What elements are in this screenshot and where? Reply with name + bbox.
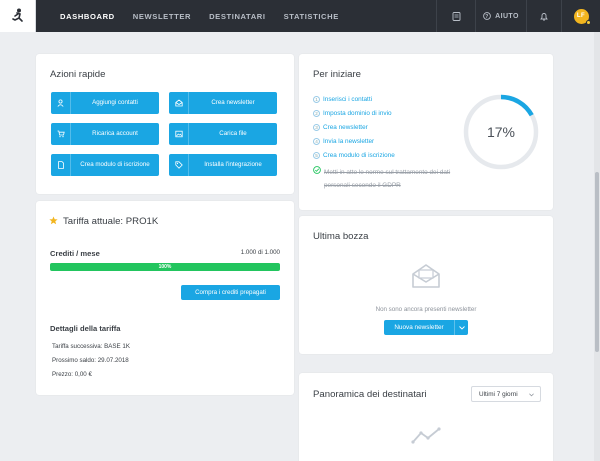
add-contacts-label: Aggiungi contatti (92, 99, 138, 107)
quick-actions-title: Azioni rapide (50, 69, 106, 80)
create-signup-form-button[interactable]: Crea modulo di iscrizione (51, 154, 159, 176)
upload-file-button[interactable]: Carica file (169, 123, 277, 145)
step-create-newsletter[interactable]: 3 Crea newsletter (313, 124, 368, 131)
form-document-icon (51, 154, 71, 176)
step-gdpr-completed[interactable]: Metti in atto le norme sul trattamento d… (313, 166, 459, 192)
step-number-icon: 2 (313, 110, 320, 117)
tag-icon (169, 154, 189, 176)
step-send-newsletter[interactable]: 4 Invia la newsletter (313, 138, 374, 145)
step-number-icon: 5 (313, 152, 320, 159)
new-newsletter-button[interactable]: Nuova newsletter (384, 320, 455, 335)
step-number-icon: 1 (313, 96, 320, 103)
step-label: Inserisci i contatti (323, 96, 373, 103)
last-draft-card: Ultima bozza Non sono ancora presenti ne… (299, 216, 553, 354)
step-label: Metti in atto le norme sul trattamento d… (324, 169, 451, 189)
plan-details-title: Dettagli della tariffa (50, 324, 121, 333)
recipients-overview-card: Panoramica dei destinatari Ultimi 7 gior… (299, 373, 553, 461)
user-plus-icon (51, 92, 71, 114)
nav-statistiche[interactable]: STATISTICHE (284, 12, 339, 21)
step-number-icon: 4 (313, 138, 320, 145)
document-list-icon (452, 11, 460, 21)
progress-ring: 17% (463, 94, 539, 170)
svg-text:?: ? (485, 14, 488, 20)
plan-card: Tariffa attuale: PRO1K Crediti / mese 1.… (36, 201, 294, 395)
getting-started-card: Per iniziare 1 Inserisci i contatti 2 Im… (299, 54, 553, 210)
notifications-button[interactable] (527, 0, 561, 32)
help-button[interactable]: ? AIUTO (476, 0, 526, 32)
progress-percent: 17% (487, 124, 515, 140)
recharge-account-label: Ricarica account (92, 130, 138, 138)
help-label: AIUTO (495, 12, 519, 20)
envelope-empty-icon (412, 264, 440, 288)
create-newsletter-label: Crea newsletter (211, 99, 255, 107)
notes-button[interactable] (437, 0, 475, 32)
create-newsletter-button[interactable]: Crea newsletter (169, 92, 277, 114)
recharge-account-button[interactable]: Ricarica account (51, 123, 159, 145)
upload-file-label: Carica file (219, 130, 247, 138)
star-icon (49, 216, 58, 225)
avatar: LF (573, 8, 591, 25)
price-text: Prezzo: 0,00 € (52, 371, 92, 378)
chevron-down-icon (458, 325, 465, 330)
chevron-down-icon (529, 393, 534, 397)
next-payment-text: Prossimo saldo: 29.07.2018 (52, 357, 129, 364)
new-newsletter-split-button: Nuova newsletter (384, 320, 468, 335)
check-circle-icon (313, 166, 321, 174)
app-logo[interactable] (0, 0, 36, 32)
account-button[interactable]: LF (562, 0, 600, 32)
step-add-contacts[interactable]: 1 Inserisci i contatti (313, 96, 372, 103)
recipients-overview-title: Panoramica dei destinatari (313, 389, 427, 400)
nav-newsletter[interactable]: NEWSLETTER (133, 12, 191, 21)
bell-icon (540, 12, 548, 21)
last-draft-title: Ultima bozza (313, 231, 369, 242)
step-label: Imposta dominio di invio (323, 110, 392, 117)
quick-actions-card: Azioni rapide Aggiungi contatti Crea new… (36, 54, 294, 194)
install-integration-label: Installa l'integrazione (204, 161, 262, 169)
step-signup-form[interactable]: 5 Crea modulo di iscrizione (313, 152, 395, 159)
status-dot (585, 19, 591, 25)
scrollbar-thumb[interactable] (595, 172, 599, 352)
date-range-value: Ultimi 7 giorni (479, 390, 518, 398)
empty-drafts-text: Non sono ancora presenti newsletter (375, 306, 477, 313)
credits-label: Crediti / mese (50, 249, 100, 258)
credits-progress-bar: 100% (50, 263, 280, 271)
step-label: Crea modulo di iscrizione (323, 152, 395, 159)
new-newsletter-dropdown-button[interactable] (455, 320, 468, 335)
install-integration-button[interactable]: Installa l'integrazione (169, 154, 277, 176)
next-plan-text: Tariffa successiva: BASE 1K (52, 343, 130, 350)
step-number-icon: 3 (313, 124, 320, 131)
runner-logo-icon (11, 8, 23, 22)
page-scrollbar[interactable] (594, 32, 600, 461)
getting-started-title: Per iniziare (313, 69, 361, 80)
top-navigation-bar: DASHBOARD NEWSLETTER DESTINATARI STATIST… (0, 0, 600, 32)
line-chart-icon (411, 427, 441, 444)
step-label: Invia la newsletter (323, 138, 375, 145)
plan-title: Tariffa attuale: PRO1K (63, 216, 159, 227)
image-file-icon (169, 123, 189, 145)
create-signup-form-label: Crea modulo di iscrizione (80, 161, 150, 169)
step-label: Crea newsletter (323, 124, 368, 131)
cart-icon (51, 123, 71, 145)
credits-value: 1.000 di 1.000 (240, 249, 280, 256)
envelope-open-icon (169, 92, 189, 114)
buy-prepaid-credits-button[interactable]: Compra i crediti prepagati (181, 285, 280, 300)
step-sender-domain[interactable]: 2 Imposta dominio di invio (313, 110, 392, 117)
credits-progress-label: 100% (158, 264, 172, 270)
add-contacts-button[interactable]: Aggiungi contatti (51, 92, 159, 114)
help-icon: ? (483, 12, 492, 20)
nav-dashboard[interactable]: DASHBOARD (60, 12, 115, 21)
avatar-initials: LF (576, 13, 586, 19)
credits-progress-fill: 100% (50, 263, 280, 271)
date-range-select[interactable]: Ultimi 7 giorni (471, 386, 541, 402)
nav-destinatari[interactable]: DESTINATARI (209, 12, 266, 21)
